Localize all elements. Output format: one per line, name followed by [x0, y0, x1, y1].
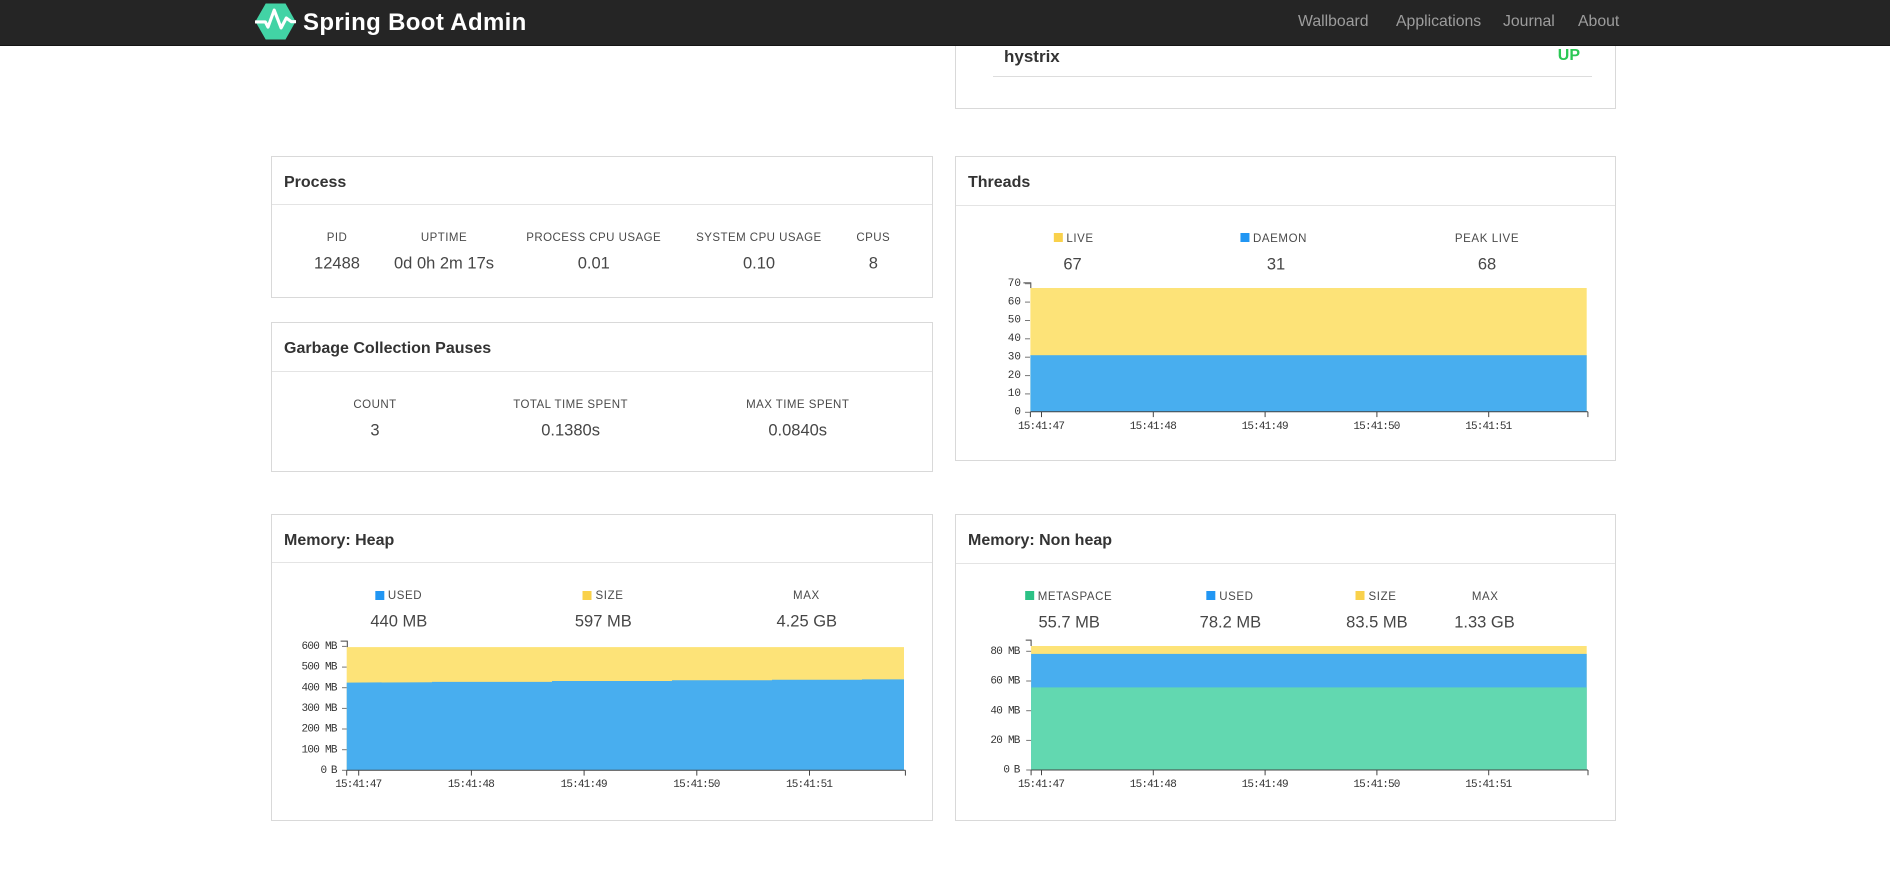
svg-text:15:41:47: 15:41:47 [1018, 421, 1065, 433]
svg-text:15:41:48: 15:41:48 [1130, 421, 1177, 433]
svg-text:40: 40 [1008, 333, 1021, 345]
svg-text:60 MB: 60 MB [990, 676, 1020, 688]
svg-text:200 MB: 200 MB [302, 723, 338, 735]
svg-text:15:41:48: 15:41:48 [1130, 779, 1177, 791]
svg-text:15:41:48: 15:41:48 [448, 778, 495, 790]
svg-text:60: 60 [1008, 296, 1021, 308]
svg-text:0 B: 0 B [1003, 765, 1020, 777]
svg-text:80 MB: 80 MB [990, 646, 1020, 658]
svg-text:0 B: 0 B [321, 764, 338, 776]
svg-text:10: 10 [1008, 388, 1021, 400]
svg-text:70: 70 [1008, 278, 1021, 290]
svg-text:15:41:49: 15:41:49 [561, 778, 608, 790]
svg-text:0: 0 [1014, 407, 1021, 419]
svg-text:15:41:50: 15:41:50 [1353, 779, 1400, 791]
svg-text:15:41:50: 15:41:50 [673, 778, 720, 790]
svg-text:15:41:51: 15:41:51 [786, 778, 833, 790]
svg-text:300 MB: 300 MB [302, 703, 338, 715]
svg-text:400 MB: 400 MB [302, 682, 338, 694]
svg-text:15:41:49: 15:41:49 [1242, 779, 1289, 791]
svg-text:15:41:51: 15:41:51 [1465, 421, 1512, 433]
svg-text:20: 20 [1008, 370, 1021, 382]
svg-text:500 MB: 500 MB [302, 661, 338, 673]
svg-text:15:41:51: 15:41:51 [1465, 779, 1512, 791]
svg-text:600 MB: 600 MB [302, 641, 338, 653]
svg-text:30: 30 [1008, 351, 1021, 363]
svg-text:15:41:49: 15:41:49 [1242, 421, 1289, 433]
svg-text:50: 50 [1008, 315, 1021, 327]
svg-text:20 MB: 20 MB [990, 735, 1020, 747]
svg-text:100 MB: 100 MB [302, 744, 338, 756]
svg-text:15:41:47: 15:41:47 [1018, 779, 1065, 791]
svg-text:40 MB: 40 MB [990, 705, 1020, 717]
svg-text:15:41:50: 15:41:50 [1353, 421, 1400, 433]
svg-text:15:41:47: 15:41:47 [335, 778, 382, 790]
